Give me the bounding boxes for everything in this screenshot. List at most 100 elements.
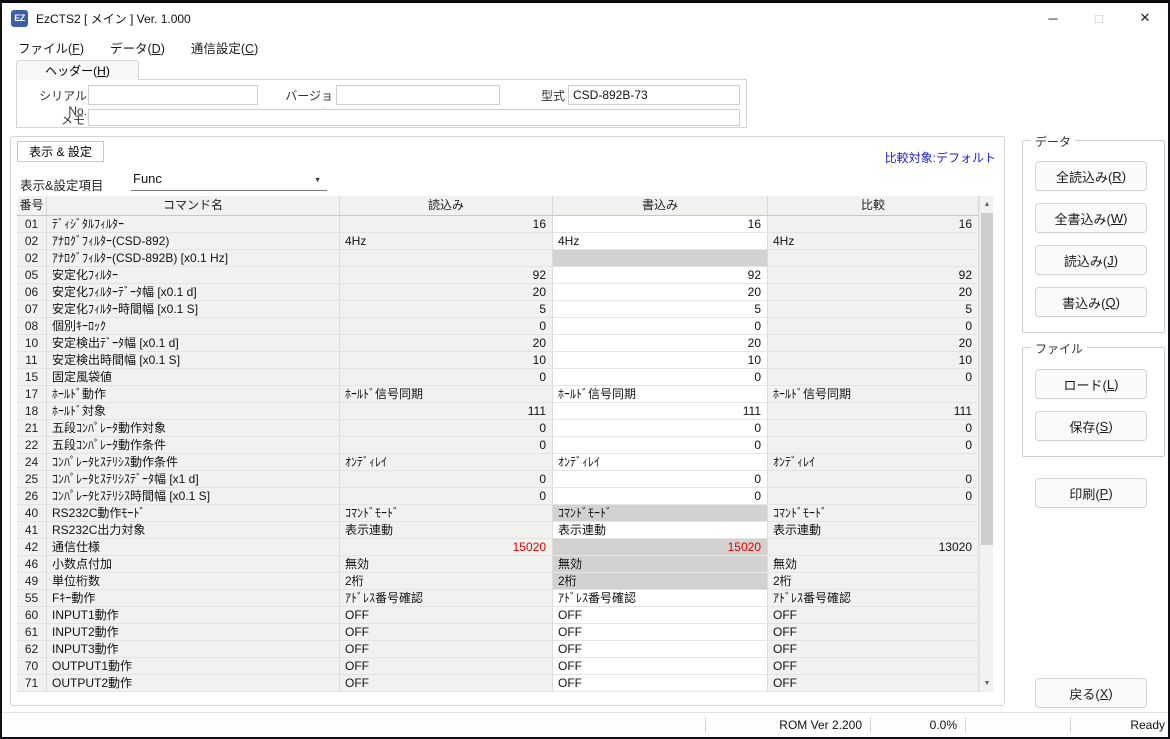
table-row[interactable]: 49単位桁数2桁2桁2桁 — [17, 573, 993, 590]
cell-write[interactable]: OFF — [553, 607, 768, 624]
table-row[interactable]: 18ﾎｰﾙﾄﾞ対象111111111 — [17, 403, 993, 420]
status-text: Ready — [1075, 718, 1165, 732]
table-row[interactable]: 17ﾎｰﾙﾄﾞ動作ﾎｰﾙﾄﾞ信号同期ﾎｰﾙﾄﾞ信号同期ﾎｰﾙﾄﾞ信号同期 — [17, 386, 993, 403]
cell-write[interactable]: 5 — [553, 301, 768, 318]
table-row[interactable]: 41RS232C出力対象表示連動表示連動表示連動 — [17, 522, 993, 539]
table-row[interactable]: 02ｱﾅﾛｸﾞﾌｨﾙﾀｰ(CSD-892)4Hz4Hz4Hz — [17, 233, 993, 250]
cell-command-name: ｱﾅﾛｸﾞﾌｨﾙﾀｰ(CSD-892) — [47, 233, 340, 250]
save-button[interactable]: 保存(S) — [1035, 411, 1147, 441]
scroll-thumb[interactable] — [981, 213, 993, 545]
cell-write[interactable]: 10 — [553, 352, 768, 369]
table-row[interactable]: 70OUTPUT1動作OFFOFFOFF — [17, 658, 993, 675]
table-row[interactable]: 62INPUT3動作OFFOFFOFF — [17, 641, 993, 658]
table-row[interactable]: 40RS232C動作ﾓｰﾄﾞｺﾏﾝﾄﾞﾓｰﾄﾞｺﾏﾝﾄﾞﾓｰﾄﾞｺﾏﾝﾄﾞﾓｰﾄ… — [17, 505, 993, 522]
tab-header[interactable]: ヘッダー(H) — [16, 60, 139, 80]
write-all-button[interactable]: 全書込み(W) — [1035, 203, 1147, 233]
table-row[interactable]: 22五段ｺﾝﾊﾟﾚｰﾀ動作条件000 — [17, 437, 993, 454]
table-row[interactable]: 05安定化ﾌｨﾙﾀｰ929292 — [17, 267, 993, 284]
table-row[interactable]: 11安定検出時間幅 [x0.1 S]101010 — [17, 352, 993, 369]
cell-write[interactable]: 無効 — [553, 556, 768, 573]
table-row[interactable]: 10安定検出ﾃﾞｰﾀ幅 [x0.1 d]202020 — [17, 335, 993, 352]
cell-write[interactable]: 0 — [553, 471, 768, 488]
close-icon[interactable]: ✕ — [1122, 3, 1168, 33]
table-row[interactable]: 15固定風袋値000 — [17, 369, 993, 386]
cell-compare: 20 — [768, 284, 979, 301]
cell-write[interactable]: ｺﾏﾝﾄﾞﾓｰﾄﾞ — [553, 505, 768, 522]
display-setting-select[interactable]: Func ▼ — [131, 166, 327, 191]
memo-field[interactable] — [88, 109, 740, 126]
print-button[interactable]: 印刷(P) — [1035, 478, 1147, 508]
cell-write[interactable]: ｵﾝﾃﾞｨﾚｲ — [553, 454, 768, 471]
version-field[interactable] — [336, 85, 500, 105]
cell-read: ｵﾝﾃﾞｨﾚｲ — [340, 454, 553, 471]
maximize-icon[interactable]: □ — [1076, 3, 1122, 33]
serial-no-field[interactable] — [88, 85, 258, 105]
model-field[interactable] — [568, 85, 740, 105]
cell-write[interactable]: 0 — [553, 420, 768, 437]
cell-write[interactable]: 15020 — [553, 539, 768, 556]
table-scrollbar[interactable]: ▲ ▼ — [979, 196, 993, 692]
cell-write[interactable]: OFF — [553, 675, 768, 692]
cell-write[interactable]: 表示連動 — [553, 522, 768, 539]
cell-no: 46 — [17, 556, 47, 573]
scroll-up-icon[interactable]: ▲ — [980, 196, 994, 213]
menu-data[interactable]: データ(D) — [97, 35, 178, 60]
table-row[interactable]: 71OUTPUT2動作OFFOFFOFF — [17, 675, 993, 692]
table-row[interactable]: 60INPUT1動作OFFOFFOFF — [17, 607, 993, 624]
cell-command-name: 通信仕様 — [47, 539, 340, 556]
cell-write[interactable] — [553, 250, 768, 267]
table-row[interactable]: 46小数点付加無効無効無効 — [17, 556, 993, 573]
cell-command-name: Fｷｰ動作 — [47, 590, 340, 607]
table-row[interactable]: 26ｺﾝﾊﾟﾚｰﾀﾋｽﾃﾘｼｽ時間幅 [x0.1 S]000 — [17, 488, 993, 505]
scroll-down-icon[interactable]: ▼ — [980, 675, 994, 692]
tab-display-settings[interactable]: 表示 & 設定 — [17, 141, 104, 162]
cell-no: 49 — [17, 573, 47, 590]
cell-write[interactable]: 0 — [553, 369, 768, 386]
cell-command-name: 個別ｷｰﾛｯｸ — [47, 318, 340, 335]
minimize-icon[interactable]: ─ — [1030, 3, 1076, 33]
table-row[interactable]: 55Fｷｰ動作ｱﾄﾞﾚｽ番号確認ｱﾄﾞﾚｽ番号確認ｱﾄﾞﾚｽ番号確認 — [17, 590, 993, 607]
write-button[interactable]: 書込み(Q) — [1035, 287, 1147, 317]
table-row[interactable]: 42通信仕様150201502013020 — [17, 539, 993, 556]
table-row[interactable]: 25ｺﾝﾊﾟﾚｰﾀﾋｽﾃﾘｼｽﾃﾞｰﾀ幅 [x1 d]000 — [17, 471, 993, 488]
cell-no: 11 — [17, 352, 47, 369]
cell-no: 01 — [17, 216, 47, 233]
table-row[interactable]: 02ｱﾅﾛｸﾞﾌｨﾙﾀｰ(CSD-892B) [x0.1 Hz] — [17, 250, 993, 267]
table-row[interactable]: 21五段ｺﾝﾊﾟﾚｰﾀ動作対象000 — [17, 420, 993, 437]
table-row[interactable]: 06安定化ﾌｨﾙﾀｰﾃﾞｰﾀ幅 [x0.1 d]202020 — [17, 284, 993, 301]
cell-write[interactable]: OFF — [553, 658, 768, 675]
read-all-button[interactable]: 全読込み(R) — [1035, 161, 1147, 191]
cell-write[interactable]: 92 — [553, 267, 768, 284]
cell-write[interactable]: ﾎｰﾙﾄﾞ信号同期 — [553, 386, 768, 403]
cell-write[interactable]: 4Hz — [553, 233, 768, 250]
table-row[interactable]: 08個別ｷｰﾛｯｸ000 — [17, 318, 993, 335]
cell-command-name: 固定風袋値 — [47, 369, 340, 386]
menu-file[interactable]: ファイル(F) — [5, 35, 97, 60]
cell-write[interactable]: 20 — [553, 335, 768, 352]
cell-write[interactable]: 2桁 — [553, 573, 768, 590]
cell-command-name: 安定検出ﾃﾞｰﾀ幅 [x0.1 d] — [47, 335, 340, 352]
table-row[interactable]: 24ｺﾝﾊﾟﾚｰﾀﾋｽﾃﾘｼｽ動作条件ｵﾝﾃﾞｨﾚｲｵﾝﾃﾞｨﾚｲｵﾝﾃﾞｨﾚｲ — [17, 454, 993, 471]
cell-write[interactable]: 20 — [553, 284, 768, 301]
cell-write[interactable]: 16 — [553, 216, 768, 233]
cell-write[interactable]: 0 — [553, 437, 768, 454]
header-panel: シリアルNo. バージョン 型式 メモ — [16, 79, 747, 128]
col-header-compare: 比較 — [768, 196, 979, 216]
cell-write[interactable]: OFF — [553, 641, 768, 658]
read-button[interactable]: 読込み(J) — [1035, 245, 1147, 275]
cell-no: 21 — [17, 420, 47, 437]
load-button[interactable]: ロード(L) — [1035, 369, 1147, 399]
cell-write[interactable]: 0 — [553, 318, 768, 335]
back-button[interactable]: 戻る(X) — [1035, 678, 1147, 708]
menu-comm-settings[interactable]: 通信設定(C) — [178, 35, 271, 60]
cell-read: 無効 — [340, 556, 553, 573]
cell-write[interactable]: 0 — [553, 488, 768, 505]
rom-version-text: ROM Ver 2.200 — [712, 718, 862, 732]
table-row[interactable]: 01ﾃﾞｨｼﾞﾀﾙﾌｨﾙﾀｰ161616 — [17, 216, 993, 233]
cell-write[interactable]: OFF — [553, 624, 768, 641]
table-row[interactable]: 61INPUT2動作OFFOFFOFF — [17, 624, 993, 641]
cell-write[interactable]: 111 — [553, 403, 768, 420]
cell-write[interactable]: ｱﾄﾞﾚｽ番号確認 — [553, 590, 768, 607]
cell-read: 15020 — [340, 539, 553, 556]
table-row[interactable]: 07安定化ﾌｨﾙﾀｰ時間幅 [x0.1 S]555 — [17, 301, 993, 318]
